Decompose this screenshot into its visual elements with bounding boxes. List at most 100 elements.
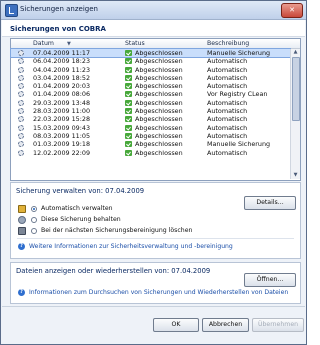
column-header-status[interactable]: Status [125,40,145,47]
table-row[interactable]: 04.04.2009 11:23 Abgeschlossen Automatisch [11,66,290,74]
check-icon [125,99,132,106]
table-row[interactable]: 22.03.2009 15:28 Abgeschlossen Automatisch [11,115,290,123]
lock-icon [18,205,26,213]
gear-icon [18,108,24,115]
gear-icon [18,74,24,81]
check-icon [125,50,132,56]
row-description: Automatisch [207,131,248,140]
row-date: 08.03.2009 11:05 [33,131,91,140]
window-title: Sicherungen anzeigen [20,5,98,13]
close-button[interactable]: ✕ [281,3,303,18]
column-header-description[interactable]: Beschreibung [207,40,249,47]
gear-icon [18,91,24,98]
table-row[interactable]: 08.03.2009 11:05 Abgeschlossen Automatisch [11,132,290,140]
check-icon [125,66,132,73]
row-status: Abgeschlossen [135,131,183,140]
gear-icon [18,116,24,123]
scroll-down-icon[interactable]: ▼ [291,172,300,179]
manage-backup-group: Sicherung verwalten von: 07.04.2009 Deta… [10,182,301,259]
check-icon [125,141,132,148]
cancel-button[interactable]: Abbrechen [202,318,249,332]
open-button[interactable]: Öffnen... [244,273,296,287]
row-status: Abgeschlossen [135,107,183,116]
trash-icon [18,227,26,235]
row-status: Abgeschlossen [135,57,183,66]
option-label-auto[interactable]: Automatisch verwalten [41,205,113,212]
vertical-scrollbar[interactable]: ▲ ▼ [290,49,300,179]
backup-dialog: Sicherungen anzeigen ✕ Sicherungen von C… [0,0,307,345]
radio-keep-backup[interactable] [31,217,37,223]
table-row[interactable]: 06.04.2009 18:23 Abgeschlossen Automatisch [11,57,290,65]
row-date: 15.03.2009 09:43 [33,123,91,132]
title-bar: Sicherungen anzeigen ✕ [1,1,306,20]
row-date: 07.04.2009 11:17 [33,49,91,57]
manage-title: Sicherung verwalten von: 07.04.2009 [16,187,145,195]
scroll-up-icon[interactable]: ▲ [291,49,300,56]
row-date: 01.04.2009 08:06 [33,90,91,99]
row-status: Abgeschlossen [135,49,183,57]
details-button[interactable]: Details... [244,196,296,210]
divider [17,238,294,239]
gear-icon [18,99,24,106]
row-status: Abgeschlossen [135,115,183,124]
gear-icon [18,58,24,65]
check-icon [125,108,132,115]
row-status: Abgeschlossen [135,73,183,82]
radio-delete-next[interactable] [31,228,37,234]
table-row[interactable]: 03.04.2009 18:52 Abgeschlossen Automatisch [11,74,290,82]
row-date: 29.03.2009 13:48 [33,98,91,107]
row-date: 01.03.2009 19:18 [33,140,91,149]
row-date: 12.02.2009 22:09 [33,148,91,157]
page-title: Sicherungen von COBRA [10,25,106,33]
gear-icon [18,132,24,139]
restore-files-group: Dateien anzeigen oder wiederherstellen v… [10,262,301,304]
keep-icon [18,216,26,224]
table-row[interactable]: 07.04.2009 11:17 Abgeschlossen Manuelle Si… [10,47,291,59]
table-row[interactable]: 15.03.2009 09:43 Abgeschlossen Automatisch [11,124,290,132]
row-description: Automatisch [207,73,248,82]
row-description: Automatisch [207,107,248,116]
table-row[interactable]: 01.04.2009 08:06 Abgeschlossen Vor Registr… [11,90,290,98]
table-row[interactable]: 01.03.2009 19:18 Abgeschlossen Manuelle Si… [11,140,290,148]
table-row[interactable]: 28.03.2009 11:00 Abgeschlossen Automatisch [11,107,290,115]
header-strip: Sicherungen von COBRA [2,20,305,37]
row-description: Automatisch [207,57,248,66]
table-row[interactable]: 12.02.2009 22:09 Abgeschlossen Automatisch [11,149,290,157]
sort-down-icon: ▼ [67,41,71,47]
check-icon [125,58,132,65]
column-header-date[interactable]: Datum [33,40,54,47]
row-description: Automatisch [207,82,248,91]
row-date: 04.04.2009 11:23 [33,65,91,74]
row-status: Abgeschlossen [135,82,183,91]
row-date: 22.03.2009 15:28 [33,115,91,124]
gear-icon [18,66,24,73]
check-icon [125,149,132,156]
row-status: Abgeschlossen [135,90,183,99]
option-label-keep[interactable]: Diese Sicherung behalten [41,216,121,223]
restore-help-link[interactable]: Informationen zum Durchsuchen von Sicher… [29,289,288,296]
option-label-delete[interactable]: Bei der nächsten Sicherungsbereinigung l… [41,227,192,234]
apply-button[interactable]: Übernehmen [252,318,304,332]
manage-help-link[interactable]: Weitere Informationen zur Sicherheitsver… [29,243,233,250]
check-icon [125,116,132,123]
row-status: Abgeschlossen [135,123,183,132]
row-date: 03.04.2009 18:52 [33,73,91,82]
table-header: Datum ▼ Status Beschreibung [11,39,300,49]
backup-list[interactable]: Datum ▼ Status Beschreibung 07.04.2009 1… [10,38,301,181]
row-status: Abgeschlossen [135,148,183,157]
check-icon [125,83,132,90]
check-icon [125,124,132,131]
row-description: Manuelle Sicherung [207,140,271,149]
footer-divider [2,306,305,307]
table-row[interactable]: 01.04.2009 20:03 Abgeschlossen Automatisch [11,82,290,90]
row-date: 28.03.2009 11:00 [33,107,91,116]
check-icon [125,74,132,81]
ok-button[interactable]: OK [153,318,199,332]
row-description: Automatisch [207,115,248,124]
scrollbar-thumb[interactable] [292,57,300,121]
table-row[interactable]: 29.03.2009 13:48 Abgeschlossen Automatisch [11,99,290,107]
radio-auto-manage[interactable] [31,206,37,212]
row-date: 06.04.2009 18:23 [33,57,91,66]
row-description: Automatisch [207,148,248,157]
gear-icon [18,83,24,90]
